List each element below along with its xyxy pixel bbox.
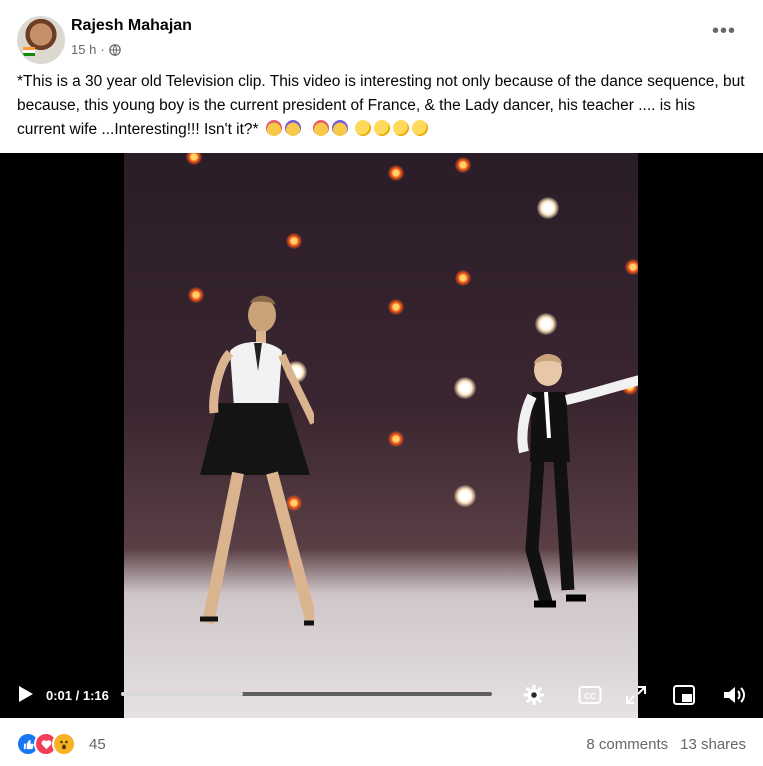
wow-icon [52, 732, 76, 756]
stage-light [454, 377, 476, 399]
video-frame[interactable] [124, 153, 638, 718]
thinking-face-emoji-icon [392, 120, 409, 136]
post-header: Rajesh Mahajan 15 h · ••• [0, 0, 763, 68]
engagement-stats: 8 comments 13 shares [586, 736, 746, 753]
stage-light [388, 165, 404, 181]
more-options-icon[interactable]: ••• [712, 21, 736, 41]
thinking-face-emoji-icon [373, 120, 390, 136]
reactions-summary[interactable] [16, 732, 76, 756]
post-meta: 15 h · [71, 42, 121, 57]
folded-hands-emoji-icon [265, 120, 282, 136]
post-footer: 45 8 comments 13 shares [0, 718, 763, 766]
caption-emojis [263, 120, 428, 138]
folded-hands-emoji-icon [312, 120, 329, 136]
stage-light [186, 153, 202, 165]
duration: 1:16 [82, 688, 109, 703]
video-progress-bar[interactable] [121, 692, 492, 696]
folded-hands-emoji-icon [331, 120, 348, 136]
stage-light [537, 197, 559, 219]
svg-text:CC: CC [584, 692, 596, 701]
boy-dancer-figure [517, 354, 638, 608]
play-icon[interactable] [16, 685, 34, 703]
stage-light [455, 157, 471, 173]
video-time: 0:01 / 1:16 [46, 688, 109, 703]
thinking-face-emoji-icon [354, 120, 371, 136]
picture-in-picture-icon[interactable] [672, 684, 696, 706]
comments-count[interactable]: 8 comments [586, 736, 668, 753]
globe-icon[interactable] [108, 43, 121, 56]
author-avatar[interactable] [17, 16, 65, 64]
author-name[interactable]: Rajesh Mahajan [71, 17, 192, 35]
shares-count[interactable]: 13 shares [680, 736, 746, 753]
meta-separator: · [100, 42, 105, 57]
stage-light [388, 299, 404, 315]
thinking-face-emoji-icon [411, 120, 428, 136]
fullscreen-icon[interactable] [624, 684, 648, 706]
captions-icon[interactable]: CC [578, 684, 602, 706]
current-time: 0:01 [46, 688, 73, 703]
volume-icon[interactable] [722, 684, 746, 706]
stage-light [535, 313, 557, 335]
stage-light [286, 233, 302, 249]
stage-light [388, 431, 404, 447]
post-caption: *This is a 30 year old Television clip. … [17, 70, 747, 142]
stage-light [625, 259, 638, 275]
reaction-count[interactable]: 45 [89, 736, 106, 753]
video-progress-fill [121, 692, 244, 696]
flag-badge-icon [23, 47, 35, 56]
stage-light [455, 270, 471, 286]
settings-icon[interactable] [522, 684, 546, 706]
time-separator: / [72, 688, 83, 703]
video-player[interactable]: 0:01 / 1:16 CC [0, 153, 763, 718]
woman-dancer-figure [200, 295, 314, 626]
post-time[interactable]: 15 h [71, 42, 96, 57]
stage-light [454, 485, 476, 507]
folded-hands-emoji-icon [284, 120, 301, 136]
